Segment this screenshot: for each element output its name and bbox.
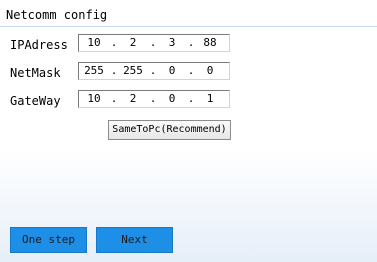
gateway-octet-2[interactable]: 2 — [120, 92, 146, 105]
one-step-button[interactable]: One step — [10, 227, 87, 253]
netmask-octet-2[interactable]: 255 — [120, 64, 146, 77]
octet-separator: . — [187, 92, 195, 105]
octet-separator: . — [187, 64, 195, 77]
octet-separator: . — [110, 36, 118, 49]
ip-address-input[interactable]: 10 . 2 . 3 . 88 — [78, 34, 230, 52]
octet-separator: . — [187, 36, 195, 49]
octet-separator: . — [149, 92, 157, 105]
gateway-octet-3[interactable]: 0 — [159, 92, 185, 105]
gateway-octet-1[interactable]: 10 — [81, 92, 107, 105]
section-title: Netcomm config — [6, 8, 108, 22]
netmask-octet-3[interactable]: 0 — [159, 64, 185, 77]
netmask-label: NetMask — [10, 66, 61, 80]
gateway-input[interactable]: 10 . 2 . 0 . 1 — [78, 90, 230, 108]
octet-separator: . — [110, 92, 118, 105]
ip-address-octet-2[interactable]: 2 — [120, 36, 146, 49]
ip-address-octet-3[interactable]: 3 — [159, 36, 185, 49]
netcomm-config-panel: Netcomm config IPAdress 10 . 2 . 3 . 88 … — [0, 0, 377, 262]
gateway-octet-4[interactable]: 1 — [197, 92, 223, 105]
netmask-octet-1[interactable]: 255 — [81, 64, 107, 77]
next-button[interactable]: Next — [96, 227, 173, 253]
gateway-label: GateWay — [10, 94, 61, 108]
title-divider — [0, 26, 377, 27]
ip-address-octet-1[interactable]: 10 — [81, 36, 107, 49]
octet-separator: . — [149, 64, 157, 77]
ip-address-octet-4[interactable]: 88 — [197, 36, 223, 49]
netmask-octet-4[interactable]: 0 — [197, 64, 223, 77]
netmask-input[interactable]: 255 . 255 . 0 . 0 — [78, 62, 230, 80]
same-to-pc-button[interactable]: SameToPc(Recommend) — [108, 120, 231, 140]
ip-address-label: IPAdress — [10, 38, 68, 52]
octet-separator: . — [110, 64, 118, 77]
octet-separator: . — [149, 36, 157, 49]
